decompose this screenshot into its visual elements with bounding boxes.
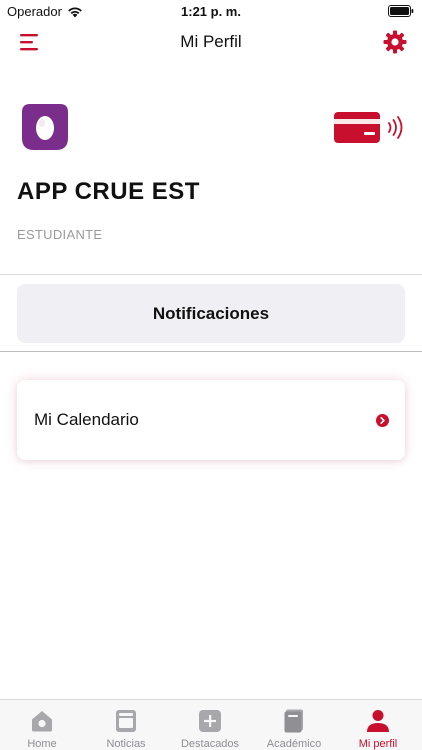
tab-news[interactable]: Noticias [84,700,168,750]
person-icon [367,710,389,732]
divider [0,351,422,352]
news-icon [116,710,136,732]
tab-home[interactable]: Home [0,700,84,750]
tab-label: Académico [266,738,322,750]
egg-logo-icon [22,104,68,150]
battery-icon [388,5,414,20]
contactless-card-icon [334,112,403,143]
plus-icon [199,710,221,732]
my-calendar-item[interactable]: Mi Calendario [17,380,405,460]
tab-label: Noticias [106,738,146,750]
tab-my-profile[interactable]: Mi perfil [336,700,420,750]
digital-card-button[interactable] [332,110,408,146]
notifications-label: Notificaciones [152,303,270,323]
calendar-label: Mi Calendario [34,410,139,429]
page-title: Mi Perfil [180,32,242,51]
tab-bar: Home Noticias Destacados Académico Mi pe… [0,699,422,750]
profile-role: ESTUDIANTE [17,227,103,242]
home-icon [32,711,52,732]
tab-academic[interactable]: Académico [252,700,336,750]
tab-label: Mi perfil [358,738,398,750]
tab-label: Home [27,738,57,750]
nav-header: Mi Perfil [0,22,422,62]
book-icon [284,709,303,733]
status-time: 1:21 p. m. [181,4,241,19]
tab-featured[interactable]: Destacados [168,700,252,750]
settings-button[interactable] [382,29,408,55]
gear-icon [383,30,407,54]
app-logo [22,104,68,150]
chevron-right-icon [376,414,389,427]
tab-label: Destacados [180,738,240,750]
notifications-button[interactable]: Notificaciones [17,284,405,343]
status-bar: Operador 1:21 p. m. [0,0,422,22]
divider [0,274,422,275]
profile-name: APP CRUE EST [17,178,200,205]
